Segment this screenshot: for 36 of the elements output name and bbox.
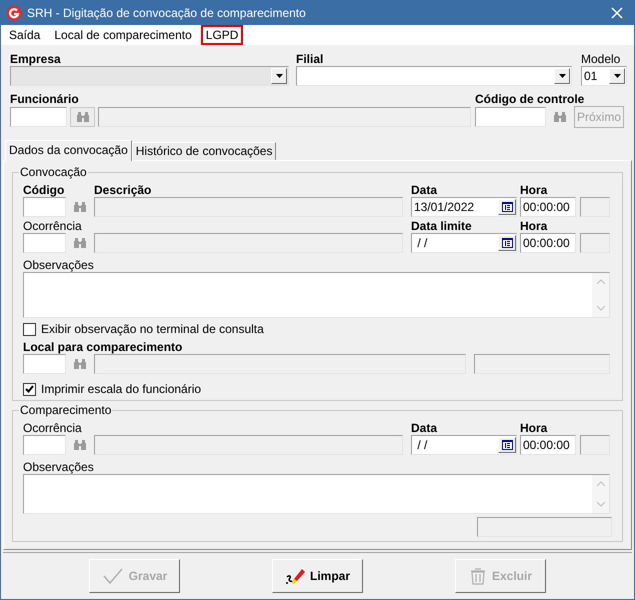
clear-button[interactable]: Limpar <box>272 559 363 593</box>
ocorrencia-label: Ocorrência <box>23 219 82 233</box>
time-field[interactable]: 00:00:00 <box>520 233 576 253</box>
empresa-label: Empresa <box>10 52 61 66</box>
ocorrencia-label: Ocorrência <box>23 421 82 435</box>
hora-label: Hora <box>520 183 548 197</box>
menu-item[interactable]: Local de comparecimento <box>49 25 197 45</box>
time-field[interactable]: 00:00:00 <box>520 197 576 217</box>
data-label: Data <box>411 421 438 435</box>
menu-item[interactable]: Saída <box>4 25 46 45</box>
checkbox-label: Imprimir escala do funcionário <box>41 381 202 398</box>
time-field[interactable]: 00:00:00 <box>520 435 576 455</box>
observacoes-label: Observações <box>23 258 94 272</box>
tab[interactable]: Histórico de convocações <box>132 142 276 160</box>
funcionario-label: Funcionário <box>10 92 79 106</box>
date-field[interactable]: / / <box>411 233 517 253</box>
window-title: SRH - Digitação de convocação de comparecimento <box>27 5 307 22</box>
group-title: Convocação <box>19 164 88 181</box>
hora-label: Hora <box>520 219 548 233</box>
hora-label: Hora <box>520 421 548 435</box>
observacoes-label: Observações <box>23 460 94 474</box>
checkbox-label: Exibir observação no terminal de consulta <box>41 321 264 338</box>
modelo-label: Modelo <box>581 52 620 66</box>
codigo-label: Código <box>23 183 64 197</box>
tab[interactable]: Dados da convocação <box>5 140 132 161</box>
data-limite-label: Data limite <box>411 219 472 233</box>
data-label: Data <box>411 183 438 197</box>
date-field[interactable]: 13/01/2022 <box>411 197 517 217</box>
date-field[interactable]: / / <box>411 435 517 455</box>
menu-item[interactable]: LGPD <box>200 25 244 45</box>
filial-label: Filial <box>296 52 324 66</box>
descricao-label: Descrição <box>94 183 152 197</box>
modelo-dropdown[interactable]: 01 <box>581 66 627 86</box>
local-label: Local para comparecimento <box>23 340 182 354</box>
group-title: Comparecimento <box>19 402 112 419</box>
codigo-controle-label: Código de controle <box>475 92 584 106</box>
